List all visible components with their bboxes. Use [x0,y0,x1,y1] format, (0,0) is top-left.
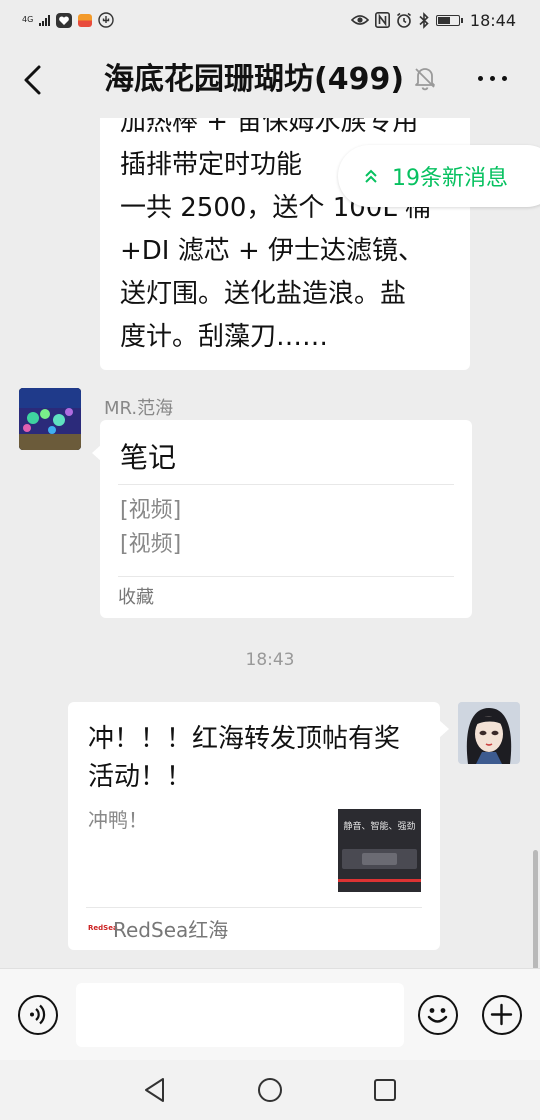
note-card[interactable]: 笔记 [视频] [视频] 收藏 [100,420,472,618]
header-foreground: 海底花园珊瑚坊(499) [0,40,540,120]
bubble-tail [439,720,449,738]
emoji-icon[interactable] [418,995,458,1035]
message-1-line: 度计。刮藻刀…… [120,322,329,352]
eye-icon [350,15,369,25]
sender-name: MR.范海 [104,398,174,419]
message-1-line: +DI 滤芯 + 伊士达滤镜、 [120,236,425,266]
message-bubble-1[interactable]: 加热棒 + 宙保姆水族专用 插排带定时功能 一共 2500，送个 100L 桶 … [100,100,470,370]
status-time: 18:44 [469,10,516,30]
message-input[interactable] [76,983,404,1047]
scrollbar[interactable] [533,850,538,970]
heart-app-icon [56,12,73,28]
thumbnail-text: 静音、智能、强劲 [343,822,416,832]
input-bar [0,968,540,1061]
divider [86,907,422,908]
link-thumbnail: 静音、智能、强劲 [338,809,421,892]
nav-back-icon[interactable] [143,1077,167,1103]
shared-link-card[interactable]: 冲！！！红海转发顶帖有奖活动！！ 冲鸭！ 静音、智能、强劲 RedSea Red… [68,702,440,950]
divider [118,576,454,577]
note-footer: 收藏 [118,587,154,608]
voice-icon[interactable] [18,995,58,1035]
mute-bell-icon [415,68,435,91]
nfc-icon [374,12,390,28]
link-description: 冲鸭！ [88,808,148,832]
bubble-tail [92,444,102,462]
status-right: 18:44 [350,10,516,30]
note-item: [视频] [120,532,182,557]
plus-icon[interactable] [482,995,522,1035]
nav-recent-icon[interactable] [373,1078,397,1102]
alarm-icon [396,12,411,28]
bluetooth-icon [419,11,429,29]
navigation-bar [0,1060,540,1120]
page-title: 海底花园珊瑚坊(499) [104,62,405,97]
link-title: 冲！！！红海转发顶帖有奖活动！！ [88,724,401,792]
message-1-text: 加热棒 + 宙保姆水族专用 插排带定时功能 一共 2500，送个 100L 桶 … [120,100,460,359]
battery-icon [435,14,463,26]
avatar[interactable] [458,702,520,764]
note-title: 笔记 [120,441,177,474]
new-messages-label: 19条新消息 [392,166,508,191]
network-type: 4G [22,15,34,24]
double-chevron-up-icon [365,169,377,183]
link-source: RedSea红海 [113,918,229,942]
usb-icon [98,12,114,28]
avatar[interactable] [19,388,81,450]
more-icon[interactable] [478,76,507,81]
back-icon[interactable] [20,64,48,96]
battery-level [437,16,450,24]
timestamp: 18:43 [245,650,295,670]
nav-home-icon[interactable] [257,1077,283,1103]
note-item: [视频] [120,498,182,523]
divider [118,484,454,485]
status-bar: 4G 18:44 [0,0,540,40]
aquarium-photo [19,388,81,450]
portrait-photo [458,702,520,764]
status-left: 4G [22,10,114,30]
message-1-line: 送灯围。送化盐造浪。盐 [120,279,407,309]
app-icon [78,13,93,27]
signal-icon [39,14,51,26]
new-messages-button[interactable]: 19条新消息 [338,145,540,207]
